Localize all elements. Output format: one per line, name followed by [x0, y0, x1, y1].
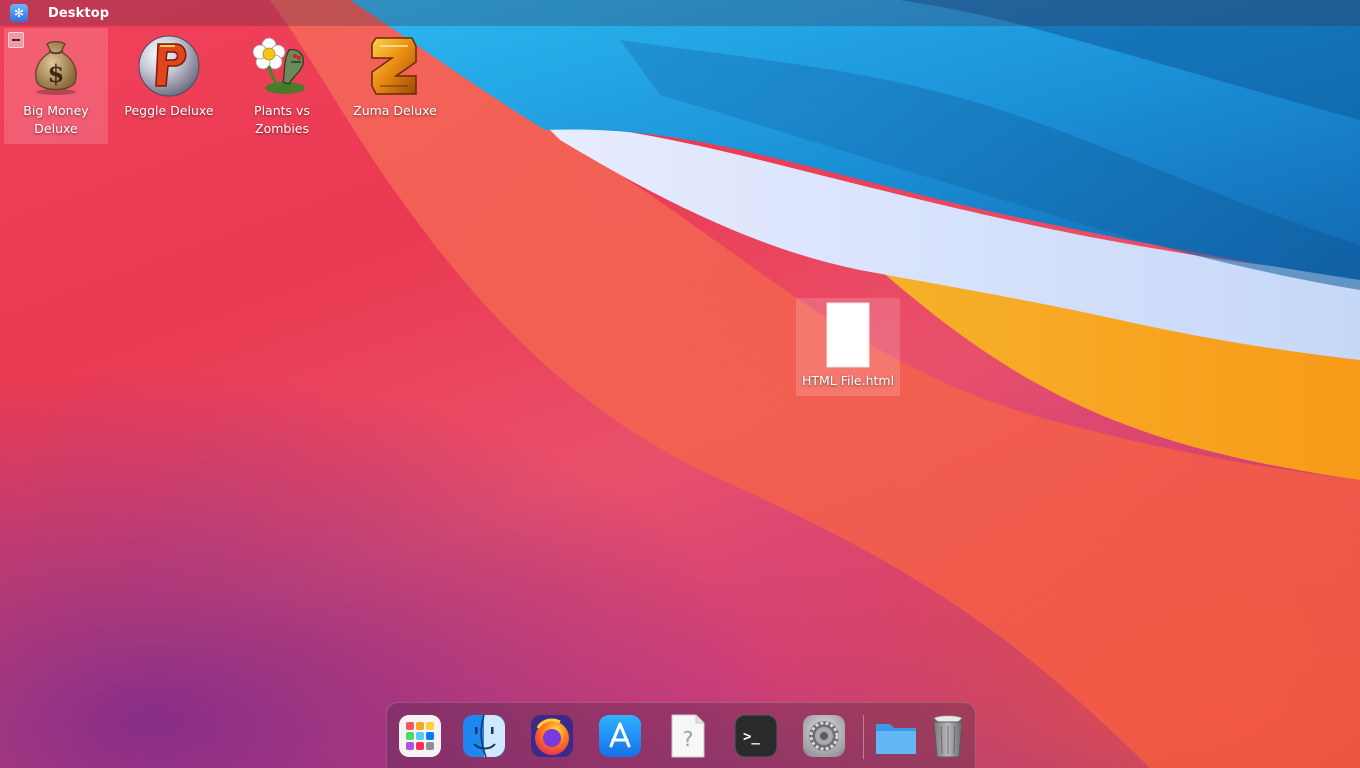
terminal-icon: >_ — [734, 714, 778, 758]
dock: ? >_ — [386, 702, 976, 768]
icon-label: Zuma Deluxe — [353, 103, 437, 118]
firefox-icon — [531, 715, 573, 757]
dock-item-terminal[interactable]: >_ — [733, 713, 779, 759]
peggle-ball-icon — [138, 35, 200, 97]
finder-face-icon — [463, 714, 505, 758]
svg-text:>_: >_ — [743, 729, 760, 745]
dock-item-system-preferences[interactable] — [801, 713, 847, 759]
flower-zombie-icon — [252, 37, 305, 94]
gear-snowflake-icon[interactable]: ✻ — [10, 4, 28, 22]
icon-label: Big Money Deluxe — [23, 103, 89, 136]
trash-icon — [933, 715, 963, 758]
dock-item-unknown-file[interactable]: ? — [665, 713, 711, 759]
desktop-icon-plants-vs-zombies[interactable]: Plants vs Zombies — [230, 28, 334, 138]
launchpad-grid-icon — [399, 715, 441, 757]
gear-icon — [803, 715, 845, 757]
zuma-stone-icon — [371, 37, 417, 95]
dock-item-launchpad[interactable] — [397, 713, 443, 759]
dock-item-files[interactable] — [873, 713, 919, 759]
app-store-icon — [599, 715, 641, 757]
icon-label: Peggle Deluxe — [124, 103, 214, 118]
folder-icon — [876, 724, 916, 754]
svg-text:?: ? — [683, 727, 694, 751]
dock-item-trash[interactable] — [925, 713, 971, 759]
top-bar: ✻ Desktop — [0, 0, 1360, 26]
blank-document-icon — [826, 302, 870, 368]
desktop-icon-peggle-deluxe[interactable]: Peggle Deluxe — [117, 28, 221, 120]
question-document-icon: ? — [671, 714, 705, 758]
icon-label: HTML File.html — [801, 373, 895, 388]
window-title: Desktop — [48, 5, 110, 21]
desktop-icon-zuma-deluxe[interactable]: Zuma Deluxe — [343, 28, 447, 120]
dock-item-firefox[interactable] — [529, 713, 575, 759]
svg-text:$: $ — [48, 59, 65, 88]
dock-item-app-store[interactable] — [597, 713, 643, 759]
icon-label: Plants vs Zombies — [254, 103, 310, 136]
desktop[interactable]: ✻ Desktop $ Big Money Deluxe Peggle Delu… — [0, 0, 1360, 768]
desktop-icon-html-file[interactable]: HTML File.html — [796, 298, 900, 396]
dock-item-finder[interactable] — [461, 713, 507, 759]
desktop-icon-big-money-deluxe[interactable]: $ Big Money Deluxe — [4, 28, 108, 144]
money-bag-icon: $ — [35, 41, 77, 95]
selection-checkbox[interactable] — [8, 32, 24, 48]
dock-separator — [863, 715, 864, 759]
